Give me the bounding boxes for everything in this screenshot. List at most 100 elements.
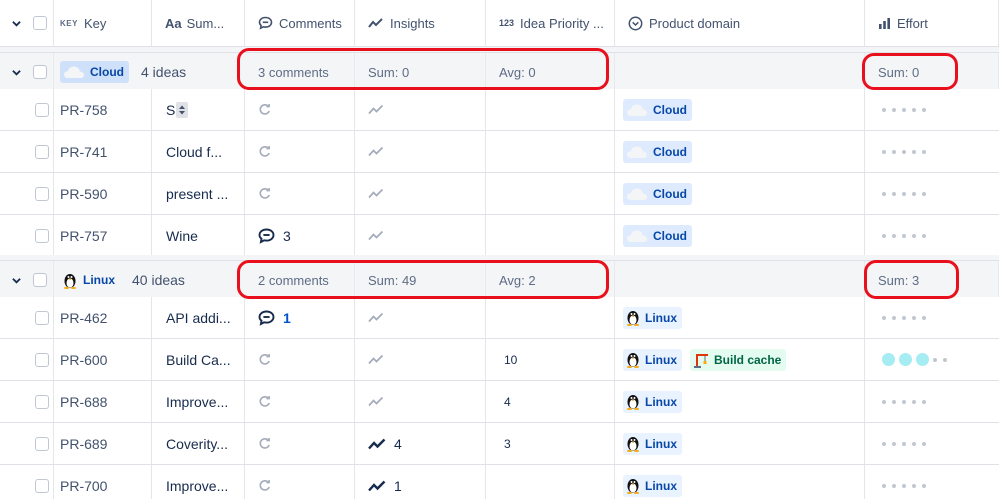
comments-cell[interactable]: 3 bbox=[245, 215, 355, 256]
domain-cell[interactable]: Cloud bbox=[615, 173, 865, 214]
row-checkbox[interactable] bbox=[35, 394, 49, 409]
domain-cell[interactable]: Linux bbox=[615, 297, 865, 338]
effort-cell[interactable] bbox=[865, 297, 999, 338]
effort-dot[interactable] bbox=[882, 191, 886, 196]
insights-cell[interactable] bbox=[355, 89, 486, 130]
comment-count[interactable]: 3 bbox=[283, 228, 291, 244]
effort-dot[interactable] bbox=[912, 107, 916, 112]
effort-dot[interactable] bbox=[882, 353, 895, 366]
effort-dot[interactable] bbox=[902, 483, 906, 488]
summary-cell[interactable]: present ... bbox=[152, 173, 245, 214]
effort-dot[interactable] bbox=[882, 149, 886, 154]
key-cell[interactable]: PR-741 bbox=[54, 131, 152, 172]
effort-cell[interactable] bbox=[865, 381, 999, 422]
key-cell[interactable]: PR-590 bbox=[54, 173, 152, 214]
domain-tag[interactable]: Linux bbox=[623, 390, 682, 413]
priority-cell[interactable] bbox=[486, 89, 615, 130]
idea-key[interactable]: PR-689 bbox=[60, 436, 107, 452]
effort-dot[interactable] bbox=[902, 315, 906, 320]
effort-rating[interactable] bbox=[882, 441, 926, 446]
effort-dot[interactable] bbox=[912, 149, 916, 154]
table-row[interactable]: PR-758 S Cloud bbox=[0, 89, 999, 131]
effort-dot[interactable] bbox=[902, 233, 906, 238]
summary-cell[interactable]: Wine bbox=[152, 215, 245, 256]
effort-cell[interactable] bbox=[865, 465, 999, 499]
domain-cell[interactable]: Linux bbox=[615, 423, 865, 464]
effort-dot[interactable] bbox=[902, 191, 906, 196]
domain-cell[interactable]: Linux Build cache bbox=[615, 339, 865, 380]
chevron-down-icon[interactable] bbox=[12, 68, 21, 77]
effort-dot[interactable] bbox=[933, 357, 937, 362]
effort-dot[interactable] bbox=[912, 483, 916, 488]
key-cell[interactable]: PR-462 bbox=[54, 297, 152, 338]
effort-rating[interactable] bbox=[882, 399, 926, 404]
priority-cell[interactable]: 10 bbox=[486, 339, 615, 380]
key-cell[interactable]: PR-689 bbox=[54, 423, 152, 464]
domain-tag[interactable]: Cloud bbox=[623, 98, 692, 121]
table-row[interactable]: PR-757 Wine 3 Cloud bbox=[0, 215, 999, 257]
table-row[interactable]: PR-689 Coverity... 4 3 Linux bbox=[0, 423, 999, 465]
idea-summary[interactable]: Improve... bbox=[166, 394, 228, 410]
row-checkbox[interactable] bbox=[35, 144, 49, 159]
domain-cell[interactable]: Cloud bbox=[615, 89, 865, 130]
summary-cell[interactable]: Improve... bbox=[152, 381, 245, 422]
comments-cell[interactable] bbox=[245, 173, 355, 214]
domain-cell[interactable]: Cloud bbox=[615, 131, 865, 172]
effort-dot[interactable] bbox=[882, 441, 886, 446]
priority-cell[interactable]: 4 bbox=[486, 381, 615, 422]
table-row[interactable]: PR-700 Improve... 1 Linux bbox=[0, 465, 999, 499]
effort-rating[interactable] bbox=[882, 233, 926, 238]
effort-dot[interactable] bbox=[882, 483, 886, 488]
priority-cell[interactable]: 3 bbox=[486, 423, 615, 464]
effort-rating[interactable] bbox=[882, 353, 947, 366]
domain-tag[interactable]: Cloud bbox=[623, 140, 692, 163]
effort-dot[interactable] bbox=[882, 233, 886, 238]
idea-summary[interactable]: S bbox=[166, 102, 175, 118]
row-checkbox[interactable] bbox=[35, 352, 49, 367]
insights-count[interactable]: 4 bbox=[394, 436, 402, 452]
column-header-comments[interactable]: Comments bbox=[245, 0, 355, 46]
column-header-summary[interactable]: Aa Sum... bbox=[152, 0, 245, 46]
summary-cell[interactable]: Coverity... bbox=[152, 423, 245, 464]
effort-dot[interactable] bbox=[922, 233, 926, 238]
summary-cell[interactable]: S bbox=[152, 89, 245, 130]
row-checkbox[interactable] bbox=[35, 102, 49, 117]
idea-summary[interactable]: present ... bbox=[166, 186, 228, 202]
effort-cell[interactable] bbox=[865, 89, 999, 130]
insights-cell[interactable]: 1 bbox=[355, 465, 486, 499]
domain-tag[interactable]: Linux bbox=[623, 432, 682, 455]
priority-cell[interactable] bbox=[486, 215, 615, 256]
summary-cell[interactable]: Build Ca... bbox=[152, 339, 245, 380]
effort-dot[interactable] bbox=[943, 357, 947, 362]
table-row[interactable]: PR-462 API addi... 1 Linux bbox=[0, 297, 999, 339]
chevron-down-icon[interactable] bbox=[12, 19, 21, 28]
effort-dot[interactable] bbox=[892, 483, 896, 488]
insights-cell[interactable] bbox=[355, 381, 486, 422]
column-header-domain[interactable]: Product domain bbox=[615, 0, 865, 46]
idea-key[interactable]: PR-700 bbox=[60, 478, 107, 494]
comments-cell[interactable] bbox=[245, 381, 355, 422]
table-row[interactable]: PR-590 present ... Cloud bbox=[0, 173, 999, 215]
idea-key[interactable]: PR-600 bbox=[60, 352, 107, 368]
idea-key[interactable]: PR-462 bbox=[60, 310, 107, 326]
effort-dot[interactable] bbox=[902, 107, 906, 112]
effort-dot[interactable] bbox=[912, 399, 916, 404]
column-header-insights[interactable]: Insights bbox=[355, 0, 486, 46]
effort-dot[interactable] bbox=[899, 353, 912, 366]
effort-dot[interactable] bbox=[912, 315, 916, 320]
key-cell[interactable]: PR-688 bbox=[54, 381, 152, 422]
idea-key[interactable]: PR-590 bbox=[60, 186, 107, 202]
summary-cell[interactable]: Improve... bbox=[152, 465, 245, 499]
idea-key[interactable]: PR-757 bbox=[60, 228, 107, 244]
effort-dot[interactable] bbox=[912, 191, 916, 196]
effort-dot[interactable] bbox=[912, 441, 916, 446]
effort-rating[interactable] bbox=[882, 149, 926, 154]
idea-summary[interactable]: Coverity... bbox=[166, 436, 228, 452]
row-checkbox[interactable] bbox=[35, 310, 49, 325]
effort-dot[interactable] bbox=[882, 315, 886, 320]
effort-cell[interactable] bbox=[865, 215, 999, 256]
effort-dot[interactable] bbox=[922, 149, 926, 154]
key-cell[interactable]: PR-700 bbox=[54, 465, 152, 499]
effort-dot[interactable] bbox=[922, 107, 926, 112]
domain-tag[interactable]: Linux bbox=[623, 348, 682, 371]
